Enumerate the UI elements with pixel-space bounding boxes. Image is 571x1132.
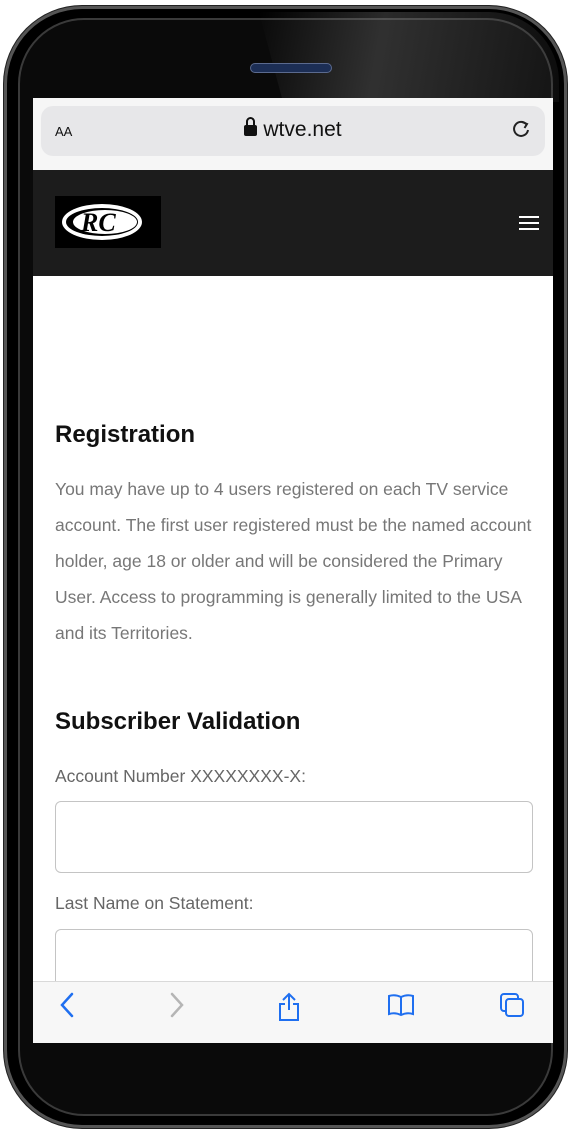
browser-toolbar: [33, 981, 553, 1043]
tabs-icon: [500, 993, 524, 1017]
hamburger-icon[interactable]: [519, 216, 539, 231]
registration-text: You may have up to 4 users registered on…: [55, 479, 532, 643]
url-text: wtve.net: [263, 118, 342, 141]
phone-screen: AA wtve.net RC Registration You may have…: [33, 98, 553, 1043]
lock-icon: [244, 117, 258, 136]
account-number-input[interactable]: [55, 801, 533, 873]
address-bar[interactable]: AA wtve.net: [41, 106, 545, 156]
last-name-label: Last Name on Statement:: [55, 893, 254, 913]
registration-heading: Registration: [55, 421, 196, 448]
share-button[interactable]: [277, 992, 301, 1030]
forward-button[interactable]: [169, 992, 185, 1026]
book-icon: [388, 994, 414, 1017]
back-icon: [60, 992, 74, 1018]
site-header: RC: [33, 170, 553, 276]
logo-text: RC: [80, 208, 116, 237]
phone-glare: [259, 12, 559, 102]
back-button[interactable]: [59, 992, 75, 1026]
reload-icon[interactable]: [511, 118, 531, 146]
url-display[interactable]: wtve.net: [41, 117, 545, 142]
tabs-button[interactable]: [499, 992, 525, 1026]
subscriber-validation-heading: Subscriber Validation: [55, 708, 301, 735]
rc-logo[interactable]: RC: [55, 196, 161, 248]
bookmarks-button[interactable]: [387, 992, 415, 1026]
browser-address-area: AA wtve.net: [33, 98, 553, 170]
account-number-label: Account Number XXXXXXXX-X:: [55, 766, 306, 786]
share-icon: [279, 992, 299, 1021]
earpiece-speaker: [250, 63, 332, 73]
forward-icon: [170, 992, 184, 1018]
